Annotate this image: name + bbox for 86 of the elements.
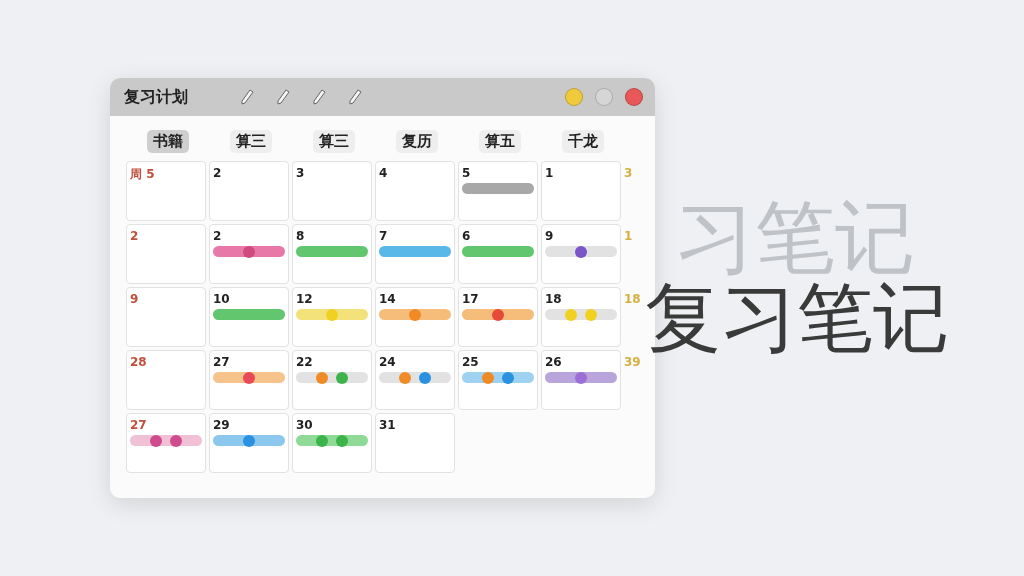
day-number: 17: [462, 292, 480, 306]
day-cell[interactable]: 2: [126, 224, 206, 284]
pen-icon[interactable]: [276, 89, 290, 105]
day-number: 30: [296, 418, 314, 432]
day-cell[interactable]: 26: [541, 350, 621, 410]
day-cell[interactable]: 27: [209, 350, 289, 410]
window-title: 复习计划: [124, 86, 188, 108]
day-cell[interactable]: 9: [126, 287, 206, 347]
day-cell[interactable]: 8: [292, 224, 372, 284]
day-cell[interactable]: 2: [209, 161, 289, 221]
week-number: 3: [624, 165, 634, 182]
day-cell[interactable]: 9: [541, 224, 621, 284]
event-bar[interactable]: [213, 435, 285, 446]
day-number: 5: [462, 166, 472, 180]
day-cell[interactable]: 22: [292, 350, 372, 410]
day-cell[interactable]: 2: [209, 224, 289, 284]
day-cell[interactable]: 12: [292, 287, 372, 347]
day-cell[interactable]: 30: [292, 413, 372, 473]
day-number: 28: [130, 355, 148, 369]
day-cell[interactable]: 25: [458, 350, 538, 410]
day-cell[interactable]: 5: [458, 161, 538, 221]
day-cell[interactable]: 24: [375, 350, 455, 410]
day-number: 12: [296, 292, 314, 306]
event-bar[interactable]: [213, 246, 285, 257]
weekday-tab[interactable]: 算三: [229, 130, 272, 153]
day-number: 2: [130, 229, 140, 243]
day-number: 14: [379, 292, 397, 306]
day-number: 7: [379, 229, 389, 243]
day-number: 25: [462, 355, 480, 369]
day-cell[interactable]: 17: [458, 287, 538, 347]
event-bar[interactable]: [545, 372, 617, 383]
day-cell[interactable]: 10: [209, 287, 289, 347]
day-number: 26: [545, 355, 563, 369]
day-number: 周 5: [130, 166, 156, 183]
day-number: 31: [379, 418, 397, 432]
day-number: 2: [213, 166, 223, 180]
day-cell[interactable]: 6: [458, 224, 538, 284]
day-cell[interactable]: 7: [375, 224, 455, 284]
pen-icon[interactable]: [348, 89, 362, 105]
day-cell[interactable]: 4: [375, 161, 455, 221]
event-bar[interactable]: [462, 183, 534, 194]
day-number: 6: [462, 229, 472, 243]
event-bar[interactable]: [545, 246, 617, 257]
event-bar[interactable]: [462, 309, 534, 320]
event-bar[interactable]: [130, 435, 202, 446]
day-cell[interactable]: 18: [541, 287, 621, 347]
event-bar[interactable]: [379, 372, 451, 383]
pen-icon[interactable]: [240, 89, 254, 105]
day-cell[interactable]: 周 5: [126, 161, 206, 221]
day-number: 22: [296, 355, 314, 369]
event-bar[interactable]: [296, 372, 368, 383]
day-number: 10: [213, 292, 231, 306]
week-number: 1: [624, 228, 634, 245]
day-cell[interactable]: 31: [375, 413, 455, 473]
day-number: 29: [213, 418, 231, 432]
day-number: 2: [213, 229, 223, 243]
day-cell[interactable]: 1: [541, 161, 621, 221]
day-number: 18: [545, 292, 563, 306]
event-bar[interactable]: [462, 372, 534, 383]
event-bar[interactable]: [296, 435, 368, 446]
day-number: 27: [130, 418, 148, 432]
weekday-tab[interactable]: 复历: [395, 130, 438, 153]
close-button[interactable]: [625, 88, 643, 106]
day-cell[interactable]: 3: [292, 161, 372, 221]
event-bar[interactable]: [379, 309, 451, 320]
weekday-tab[interactable]: 书籍: [146, 130, 189, 153]
headline: 复习笔记: [645, 280, 949, 356]
day-number: 9: [130, 292, 140, 306]
week-number: 18: [624, 291, 642, 308]
pen-icon[interactable]: [312, 89, 326, 105]
day-number: 1: [545, 166, 555, 180]
day-number: 27: [213, 355, 231, 369]
day-cell[interactable]: 29: [209, 413, 289, 473]
day-number: 4: [379, 166, 389, 180]
day-number: 24: [379, 355, 397, 369]
day-number: 8: [296, 229, 306, 243]
day-number: 3: [296, 166, 306, 180]
day-cell[interactable]: 27: [126, 413, 206, 473]
weekday-tab[interactable]: 算三: [312, 130, 355, 153]
week-number: 39: [624, 354, 642, 371]
weekday-tab[interactable]: 算五: [478, 130, 521, 153]
day-number: 9: [545, 229, 555, 243]
event-bar[interactable]: [213, 372, 285, 383]
day-cell[interactable]: 14: [375, 287, 455, 347]
day-cell[interactable]: 28: [126, 350, 206, 410]
weekday-tab[interactable]: 千龙: [561, 130, 604, 153]
